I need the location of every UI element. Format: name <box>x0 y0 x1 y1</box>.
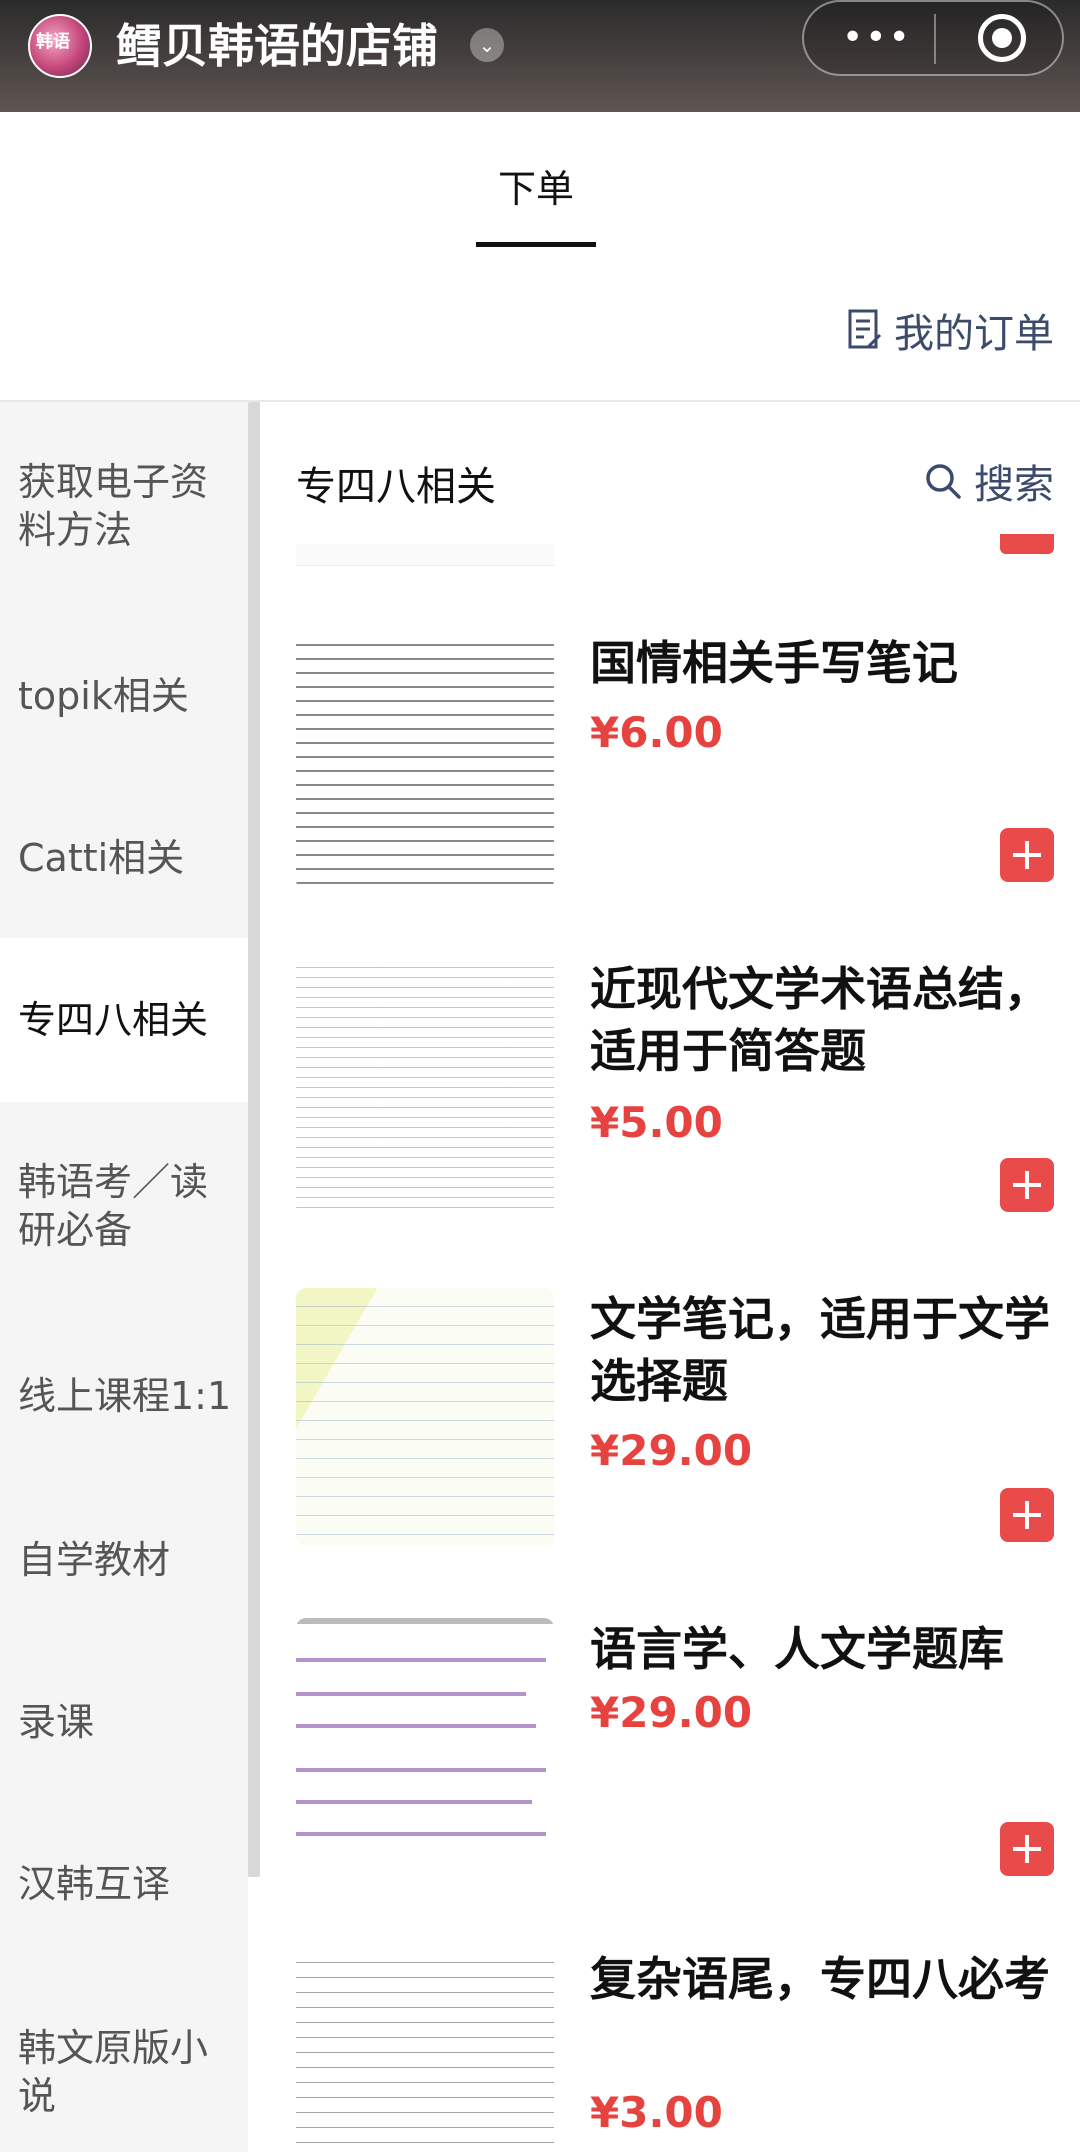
add-to-cart-button[interactable] <box>1000 1488 1054 1542</box>
product-price: ¥29.00 <box>590 1688 753 1737</box>
sidebar-item-novels[interactable]: 韩文原版小说 <box>0 2024 248 2120</box>
product-name: 近现代文学术语总结，适用于简答题 <box>590 962 1050 1078</box>
my-orders-link[interactable]: 我的订单 <box>848 302 1054 358</box>
product-thumbnail[interactable] <box>296 1618 554 1876</box>
product-thumbnail-partial <box>296 544 554 566</box>
product-name: 复杂语尾，专四八必考 <box>590 1952 1050 2006</box>
product-price: ¥3.00 <box>590 2088 723 2137</box>
product-name: 语言学、人文学题库 <box>590 1622 1004 1676</box>
orders-row: 我的订单 <box>0 262 1080 402</box>
add-to-cart-button[interactable] <box>1000 1158 1054 1212</box>
add-to-cart-button[interactable] <box>1000 1822 1054 1876</box>
avatar-text: 韩语 <box>36 32 70 52</box>
capsule-divider <box>934 14 936 64</box>
sidebar-item-translation[interactable]: 汉韩互译 <box>0 1860 248 1908</box>
thumbnail-line <box>296 1832 546 1836</box>
mini-program-capsule: ••• <box>802 0 1064 76</box>
product-thumbnail[interactable] <box>296 958 554 1216</box>
tab-active-indicator <box>476 242 596 247</box>
product-price: ¥5.00 <box>590 1098 723 1147</box>
product-name: 国情相关手写笔记 <box>590 636 958 690</box>
product-thumbnail[interactable] <box>296 632 554 890</box>
tab-bar: 下单 <box>0 112 1080 262</box>
category-sidebar: 获取电子资料方法 topik相关 Catti相关 专四八相关 韩语考／读研必备 … <box>0 402 248 2152</box>
sidebar-item-catti[interactable]: Catti相关 <box>0 834 248 882</box>
product-card[interactable]: 近现代文学术语总结，适用于简答题 ¥5.00 <box>296 958 1054 1218</box>
thumbnail-line <box>296 1768 546 1772</box>
sidebar-item-ebook-method[interactable]: 获取电子资料方法 <box>0 458 248 554</box>
search-icon <box>926 464 961 499</box>
target-close-icon[interactable] <box>978 14 1026 62</box>
sidebar-item-exam-grad[interactable]: 韩语考／读研必备 <box>0 1158 248 1254</box>
add-to-cart-button[interactable] <box>1000 828 1054 882</box>
document-edit-icon <box>848 309 882 349</box>
sidebar-item-topik[interactable]: topik相关 <box>0 672 248 720</box>
more-dots-icon[interactable]: ••• <box>842 18 910 58</box>
product-thumbnail[interactable] <box>296 1288 554 1546</box>
thumbnail-line <box>296 1800 532 1804</box>
category-title: 专四八相关 <box>296 464 496 510</box>
product-name: 文学笔记，适用于文学选择题 <box>590 1292 1050 1408</box>
product-thumbnail[interactable] <box>296 1948 554 2152</box>
sidebar-item-self-study[interactable]: 自学教材 <box>0 1536 248 1584</box>
shop-name[interactable]: 鳕贝韩语的店铺 <box>116 16 438 76</box>
product-card[interactable]: 语言学、人文学题库 ¥29.00 <box>296 1618 1054 1878</box>
search-button[interactable]: 搜索 <box>924 452 1054 510</box>
chevron-down-icon[interactable]: ⌄ <box>470 28 504 62</box>
product-card[interactable]: 国情相关手写笔记 ¥6.00 <box>296 632 1054 892</box>
product-card[interactable]: 文学笔记，适用于文学选择题 ¥29.00 <box>296 1288 1054 1548</box>
sidebar-item-online-course[interactable]: 线上课程1:1 <box>0 1372 248 1420</box>
sidebar-item-tem48[interactable]: 专四八相关 <box>0 938 248 1102</box>
product-price: ¥6.00 <box>590 708 723 757</box>
product-card[interactable]: 复杂语尾，专四八必考 ¥3.00 <box>296 1948 1054 2152</box>
thumbnail-line <box>296 1658 546 1662</box>
sidebar-scrollbar[interactable] <box>248 402 260 1877</box>
thumbnail-line <box>296 1724 536 1728</box>
product-list-panel: 专四八相关 搜索 国情相关手写笔记 ¥6.00 近现代文学术语总结，适用于简答题… <box>260 402 1080 2152</box>
search-label: 搜索 <box>974 462 1054 508</box>
product-price: ¥29.00 <box>590 1426 753 1475</box>
title-bar: 韩语 鳕贝韩语的店铺 ⌄ ••• <box>0 0 1080 112</box>
thumbnail-rule <box>296 1618 554 1624</box>
thumbnail-line <box>296 1692 526 1696</box>
shop-avatar: 韩语 <box>28 14 92 78</box>
add-to-cart-button-partial[interactable] <box>1000 534 1054 554</box>
sidebar-item-recorded[interactable]: 录课 <box>0 1698 248 1746</box>
my-orders-label: 我的订单 <box>894 311 1054 357</box>
tab-order[interactable]: 下单 <box>476 158 596 213</box>
